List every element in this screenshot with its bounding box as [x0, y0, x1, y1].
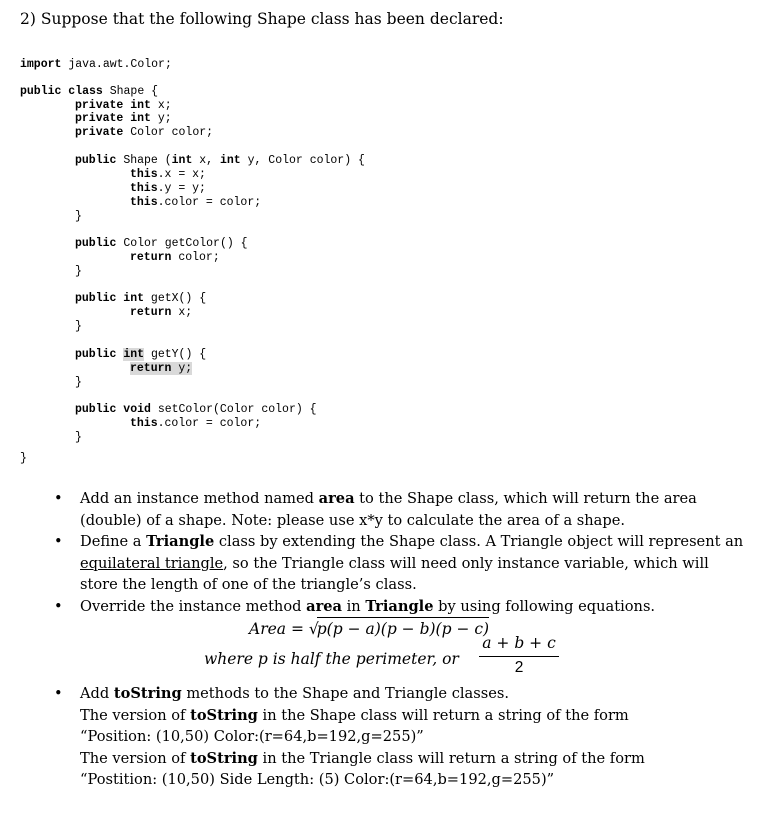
bullet-icon: •	[54, 597, 63, 615]
code-line: public int getX() {	[75, 292, 207, 305]
area-equation: Area = √p(p − a)(p − b)(p − c)	[249, 617, 490, 641]
code-line: this.x = x;	[130, 168, 206, 181]
code-line: }	[75, 265, 82, 278]
code-line: private Color color;	[75, 126, 214, 139]
code-line: public class Shape {	[20, 85, 159, 98]
question-text: Suppose that the following Shape class h…	[40, 10, 504, 28]
code-line: import java.awt.Color;	[20, 58, 172, 71]
code-line: return y;	[130, 362, 193, 375]
bullet-icon: •	[54, 533, 63, 550]
question-number: 2)	[20, 10, 36, 28]
code-line: }	[75, 431, 82, 444]
list-item: • Define a Triangle class by extending t…	[54, 533, 744, 593]
code-line: public Color getColor() {	[75, 237, 248, 250]
list-item: • Override the instance method area in T…	[54, 596, 744, 618]
code-line: private int x;	[75, 99, 172, 112]
code-line: }	[75, 320, 82, 333]
code-line: this.color = color;	[130, 417, 262, 430]
half-perimeter-fraction: a + b + c 2	[479, 633, 559, 678]
code-line: return color;	[130, 251, 220, 264]
code-line: public Shape (int x, int y, Color color)…	[75, 154, 365, 167]
code-line: }	[75, 376, 82, 389]
bullet-icon: •	[54, 490, 63, 507]
code-line: return x;	[130, 306, 193, 319]
instructions-list: • Add an instance method named area to t…	[54, 488, 744, 791]
heron-formula: Area = √p(p − a)(p − b)(p − c) where p i…	[54, 617, 744, 683]
code-line: private int y;	[75, 112, 172, 125]
shape-tostring-example: “Position: (10,50) Color:(r=64,b=192,g=2…	[80, 728, 424, 745]
where-text: where p is half the perimeter, or	[204, 650, 459, 668]
list-item: • Add toString methods to the Shape and …	[54, 683, 744, 791]
code-block: import java.awt.Color; public class Shap…	[0, 0, 365, 465]
code-line: public int getY() {	[75, 348, 207, 361]
bullet-icon: •	[54, 685, 63, 702]
code-line: }	[75, 210, 82, 223]
code-line: }	[20, 452, 27, 465]
question-heading: 2) Suppose that the following Shape clas…	[20, 10, 504, 28]
code-line: public void setColor(Color color) {	[75, 403, 317, 416]
code-line: this.y = y;	[130, 182, 206, 195]
triangle-tostring-example: “Postition: (10,50) Side Length: (5) Col…	[80, 771, 555, 788]
list-item: • Add an instance method named area to t…	[54, 490, 697, 529]
code-line: this.color = color;	[130, 196, 262, 209]
